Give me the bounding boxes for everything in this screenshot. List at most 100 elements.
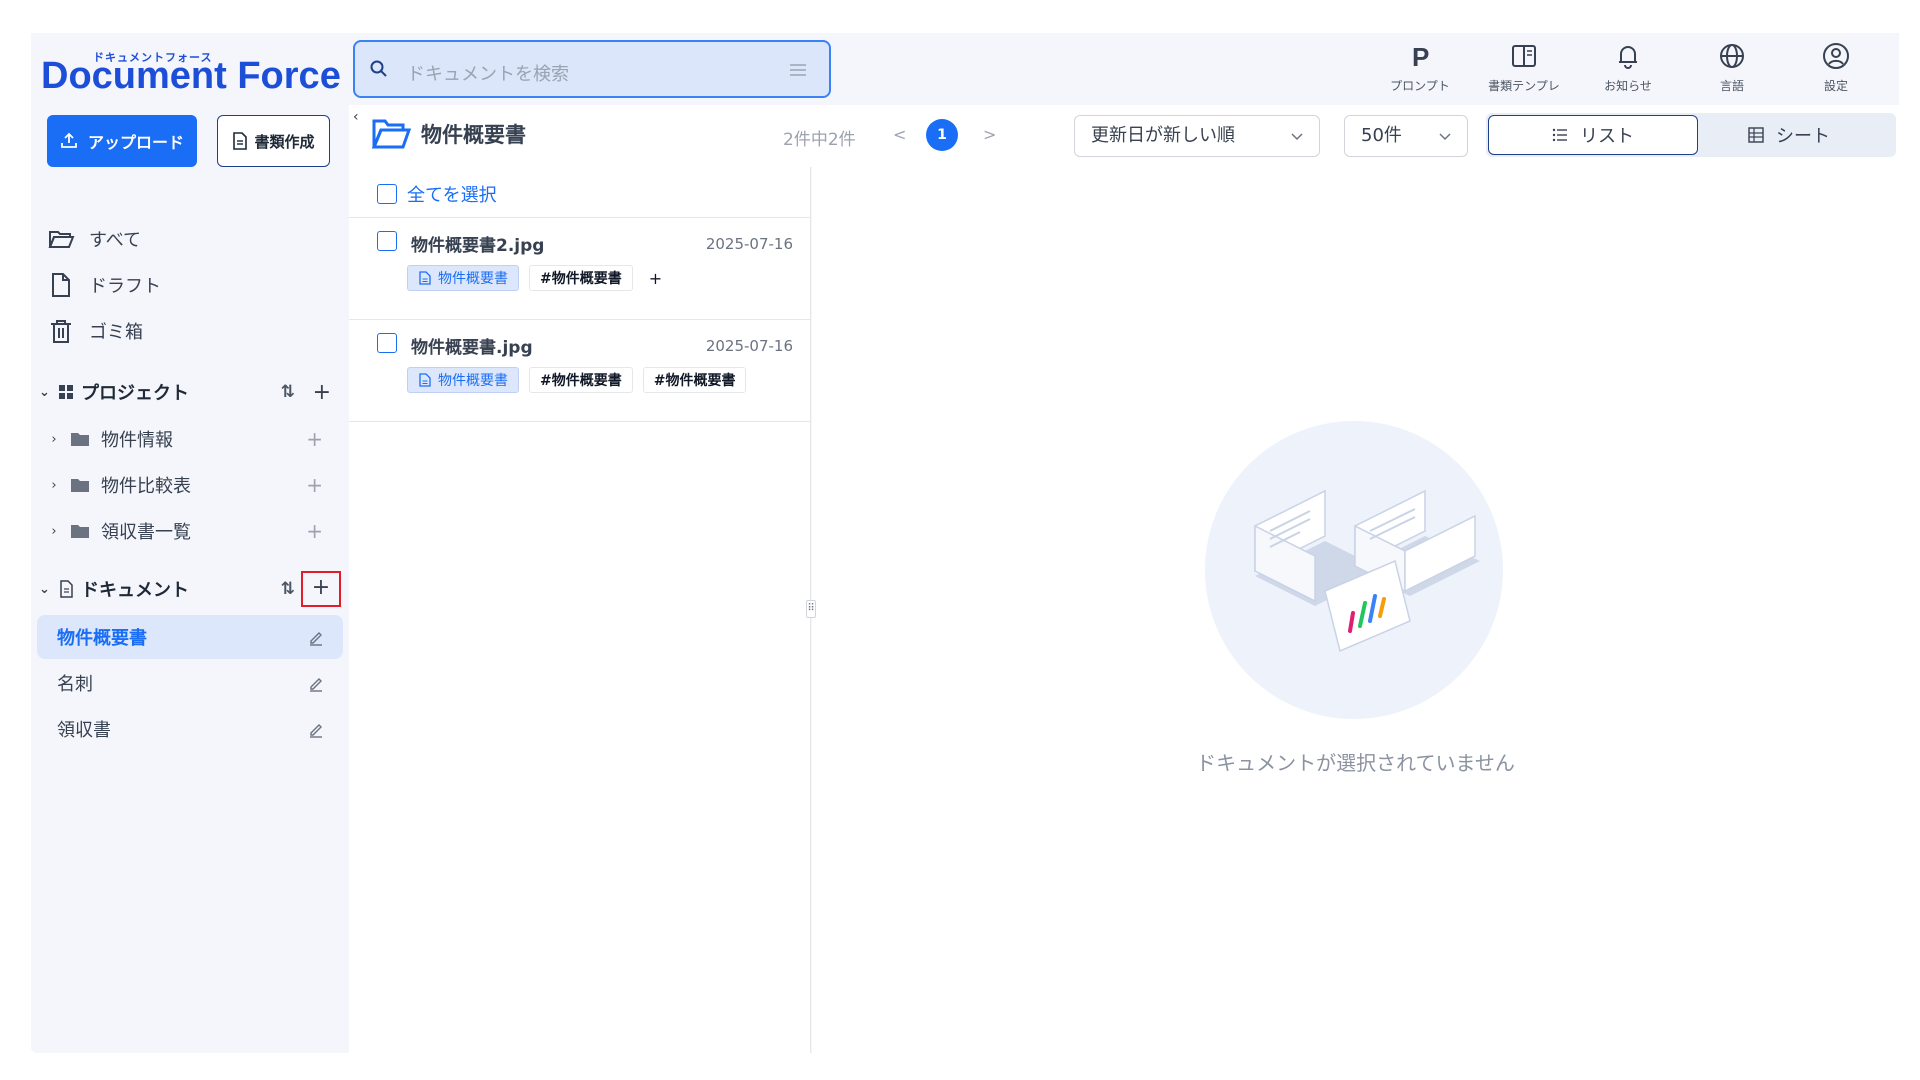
item-date: 2025-07-16	[705, 337, 793, 355]
edit-pencil-icon[interactable]	[307, 720, 325, 738]
nav-all[interactable]: すべて	[47, 221, 141, 257]
item-filename: 物件概要書2.jpg	[411, 236, 545, 256]
chevron-down-icon	[1291, 133, 1303, 141]
type-tag[interactable]: 物件概要書	[407, 367, 519, 393]
sort-icon[interactable]: ⇅	[281, 382, 295, 402]
chevron-down-icon	[1439, 133, 1451, 141]
hashtag[interactable]: #物件概要書	[529, 265, 633, 291]
item-checkbox[interactable]	[377, 333, 397, 353]
logo-text: Document Force	[41, 55, 341, 97]
preview-pane: ドキュメントが選択されていません	[812, 167, 1899, 1053]
nav-trash-label: ゴミ箱	[89, 322, 143, 343]
chevron-down-icon[interactable]: ⌄	[39, 582, 57, 597]
document-icon	[233, 132, 248, 150]
header: ドキュメントフォース Document Force ドキュメントを検索 P プロ…	[31, 33, 1899, 105]
file-icon	[52, 273, 70, 297]
hashtag[interactable]: #物件概要書	[529, 367, 633, 393]
language-button[interactable]: 言語	[1687, 41, 1777, 101]
divider	[349, 319, 811, 320]
chevron-right-icon[interactable]: ›	[43, 478, 65, 493]
document-icon	[419, 271, 431, 285]
document-icon	[419, 373, 431, 387]
notifications-button[interactable]: お知らせ	[1583, 41, 1673, 101]
projects-title: プロジェクト	[81, 383, 189, 404]
nav-trash[interactable]: ゴミ箱	[47, 313, 143, 349]
hashtag[interactable]: #物件概要書	[642, 367, 747, 393]
list-item[interactable]: 物件概要書.jpg 2025-07-16 物件概要書 #物件概要書 #物件概要書	[349, 321, 811, 421]
search-box[interactable]: ドキュメントを検索	[353, 40, 831, 98]
document-label: 名刺	[57, 674, 93, 695]
project-item[interactable]: › 領収書一覧 +	[43, 513, 341, 549]
add-project-button[interactable]: +	[313, 380, 331, 405]
notifications-label: お知らせ	[1604, 79, 1652, 93]
divider	[349, 217, 811, 218]
user-circle-icon	[1823, 43, 1849, 69]
sort-icon[interactable]: ⇅	[281, 579, 295, 599]
list-view-button[interactable]: リスト	[1488, 115, 1698, 155]
item-tags: 物件概要書 #物件概要書 +	[407, 265, 668, 291]
documents-header[interactable]: ⌄ ドキュメント ⇅ +	[39, 571, 341, 607]
folder-title-text: 物件概要書	[421, 123, 526, 147]
empty-documents-illustration	[1205, 421, 1503, 719]
edit-pencil-icon[interactable]	[307, 628, 325, 646]
create-document-button[interactable]: 書類作成	[217, 115, 330, 167]
settings-label: 設定	[1823, 79, 1848, 93]
project-label: 物件比較表	[101, 476, 191, 497]
project-item[interactable]: › 物件比較表 +	[43, 467, 341, 503]
document-item-active[interactable]: 物件概要書	[37, 615, 343, 659]
per-page-value: 50件	[1361, 125, 1402, 146]
current-page-button[interactable]: 1	[926, 119, 958, 151]
prompt-button[interactable]: P プロンプト	[1375, 41, 1465, 101]
add-document-button[interactable]: +	[301, 571, 341, 607]
edit-pencil-icon[interactable]	[307, 674, 325, 692]
logo[interactable]: ドキュメントフォース Document Force	[41, 49, 341, 99]
nav-drafts[interactable]: ドラフト	[47, 267, 161, 303]
template-button[interactable]: 書類テンプレ	[1479, 41, 1569, 101]
resize-handle[interactable]: ⠿	[806, 600, 816, 618]
sort-select[interactable]: 更新日が新しい順	[1074, 115, 1320, 157]
sheet-icon	[1748, 127, 1764, 143]
document-icon	[60, 580, 73, 598]
add-item-button[interactable]: +	[306, 519, 323, 543]
select-all[interactable]: 全てを選択	[377, 181, 497, 207]
toolbar: ‹ 物件概要書 2件中2件 < 1 > 更新日が新しい順 50件 リスト シート	[349, 105, 1899, 167]
type-tag-label: 物件概要書	[438, 373, 508, 389]
select-all-checkbox[interactable]	[377, 184, 397, 204]
add-item-button[interactable]: +	[306, 427, 323, 451]
chevron-right-icon[interactable]: ›	[43, 524, 65, 539]
project-item[interactable]: › 物件情報 +	[43, 421, 341, 457]
sheet-view-button[interactable]: シート	[1684, 115, 1894, 155]
globe-icon	[1720, 44, 1744, 68]
nav-drafts-label: ドラフト	[89, 276, 161, 297]
settings-button[interactable]: 設定	[1791, 41, 1881, 101]
document-item[interactable]: 名刺	[37, 661, 343, 705]
document-item[interactable]: 領収書	[37, 707, 343, 751]
upload-label: アップロード	[87, 133, 184, 152]
folder-open-icon	[371, 119, 411, 149]
create-label: 書類作成	[254, 132, 315, 151]
item-checkbox[interactable]	[377, 231, 397, 251]
prev-page-button[interactable]: <	[893, 125, 906, 144]
collapse-sidebar-icon[interactable]: ‹	[353, 109, 359, 125]
search-icon	[370, 60, 387, 77]
divider	[349, 421, 811, 422]
next-page-button[interactable]: >	[983, 125, 996, 144]
search-placeholder: ドキュメントを検索	[407, 64, 569, 85]
bell-icon	[1619, 46, 1637, 69]
add-tag-button[interactable]: +	[643, 269, 668, 288]
list-icon	[1552, 128, 1567, 142]
document-label: 物件概要書	[57, 628, 147, 649]
upload-button[interactable]: アップロード	[47, 115, 197, 167]
template-label: 書類テンプレ	[1488, 79, 1560, 93]
menu-icon[interactable]	[789, 62, 807, 78]
trash-icon	[51, 320, 71, 343]
projects-header[interactable]: ⌄ プロジェクト ⇅ +	[39, 375, 341, 409]
chevron-right-icon[interactable]: ›	[43, 432, 65, 447]
project-label: 物件情報	[101, 430, 173, 451]
type-tag[interactable]: 物件概要書	[407, 265, 519, 291]
per-page-select[interactable]: 50件	[1344, 115, 1468, 157]
chevron-down-icon[interactable]: ⌄	[39, 385, 57, 400]
add-item-button[interactable]: +	[306, 473, 323, 497]
folder-open-icon	[48, 231, 75, 248]
list-item[interactable]: 物件概要書2.jpg 2025-07-16 物件概要書 #物件概要書 +	[349, 219, 811, 319]
